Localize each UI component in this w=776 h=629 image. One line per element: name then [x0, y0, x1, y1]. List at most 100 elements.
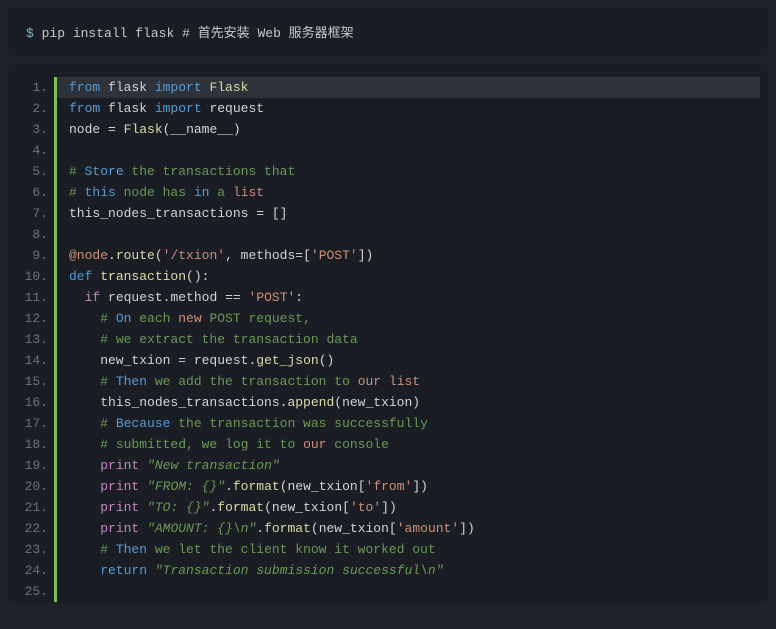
token-op: ():	[186, 269, 209, 284]
token-str2: "FROM: {}"	[147, 479, 225, 494]
line-number: 23.	[8, 539, 48, 560]
code-content[interactable]: from flask import Flaskfrom flask import…	[57, 77, 768, 602]
token-kw: from	[69, 80, 100, 95]
token-print: print	[100, 500, 139, 515]
code-line[interactable]	[67, 224, 760, 245]
token-op: []	[272, 206, 288, 221]
token-com: a	[209, 185, 232, 200]
code-line[interactable]: # we extract the transaction data	[67, 329, 760, 350]
line-number: 4.	[8, 140, 48, 161]
token-com: # we extract the transaction data	[100, 332, 357, 347]
token-kw: from	[69, 101, 100, 116]
token-comkw: Store	[85, 164, 124, 179]
token-op: [	[389, 521, 397, 536]
line-number: 16.	[8, 392, 48, 413]
code-line[interactable]: this_nodes_transactions.append(new_txion…	[67, 392, 760, 413]
token-name	[264, 206, 272, 221]
token-fn: transaction	[100, 269, 186, 284]
token-com: #	[100, 416, 116, 431]
token-op: , methods	[225, 248, 295, 263]
code-line[interactable]: print "FROM: {}".format(new_txion['from'…	[67, 476, 760, 497]
token-op: (	[280, 479, 288, 494]
token-name	[139, 521, 147, 536]
token-name	[139, 500, 147, 515]
code-line[interactable]: @node.route('/txion', methods=['POST'])	[67, 245, 760, 266]
code-line[interactable]: return "Transaction submission successfu…	[67, 560, 760, 581]
token-op: =	[108, 122, 116, 137]
token-fn: get_json	[256, 353, 318, 368]
code-line[interactable]: def transaction():	[67, 266, 760, 287]
code-line[interactable]	[67, 140, 760, 161]
code-line[interactable]: # Then we let the client know it worked …	[67, 539, 760, 560]
code-line[interactable]: # Then we add the transaction to our lis…	[67, 371, 760, 392]
code-line[interactable]: # On each new POST request,	[67, 308, 760, 329]
token-name: new_txion	[288, 479, 358, 494]
code-line[interactable]: print "AMOUNT: {}\n".format(new_txion['a…	[67, 518, 760, 539]
token-com: console	[326, 437, 388, 452]
code-block[interactable]: 1.2.3.4.5.6.7.8.9.10.11.12.13.14.15.16.1…	[8, 65, 768, 602]
token-op: ])	[412, 479, 428, 494]
token-name	[69, 479, 100, 494]
code-line[interactable]: new_txion = request.get_json()	[67, 350, 760, 371]
shell-comment: # 首先安装 Web 服务器框架	[182, 26, 354, 41]
token-at: @node	[69, 248, 108, 263]
code-line[interactable]: # this node has in a list	[67, 182, 760, 203]
code-line[interactable]: # Because the transaction was successful…	[67, 413, 760, 434]
code-line[interactable]: # Store the transactions that	[67, 161, 760, 182]
token-str: 'POST'	[311, 248, 358, 263]
code-line[interactable]: from flask import request	[67, 98, 760, 119]
token-comor: our	[303, 437, 326, 452]
code-line[interactable]: if request.method == 'POST':	[67, 287, 760, 308]
token-op: ])	[358, 248, 374, 263]
code-line[interactable]: # submitted, we log it to our console	[67, 434, 760, 455]
token-com: each	[131, 311, 178, 326]
token-name: new_txion	[69, 353, 178, 368]
token-comkw: Then	[116, 542, 147, 557]
token-comkw: this	[85, 185, 116, 200]
token-com: # submitted, we log it to	[100, 437, 303, 452]
token-com: the transactions that	[124, 164, 296, 179]
token-fn: format	[233, 479, 280, 494]
token-op: ()	[319, 353, 335, 368]
token-name	[69, 374, 100, 389]
shell-command: pip install flask	[42, 26, 175, 41]
code-line[interactable]: print "New transaction"	[67, 455, 760, 476]
token-com: node has	[116, 185, 194, 200]
code-line[interactable]	[67, 581, 760, 602]
code-line[interactable]: node = Flask(__name__)	[67, 119, 760, 140]
line-number: 6.	[8, 182, 48, 203]
line-number: 14.	[8, 350, 48, 371]
token-fn: Flask	[124, 122, 163, 137]
token-op: (	[264, 500, 272, 515]
token-comkw: Because	[116, 416, 171, 431]
line-number: 3.	[8, 119, 48, 140]
line-number: 24.	[8, 560, 48, 581]
token-comor: new	[178, 311, 201, 326]
code-line[interactable]: this_nodes_transactions = []	[67, 203, 760, 224]
code-line[interactable]: from flask import Flask	[57, 77, 760, 98]
token-fn: format	[217, 500, 264, 515]
token-op: (	[155, 248, 163, 263]
line-number: 21.	[8, 497, 48, 518]
token-op: =	[256, 206, 264, 221]
token-str2: "Transaction submission successful\n"	[155, 563, 444, 578]
token-op: [	[358, 479, 366, 494]
token-name: this_nodes_transactions	[69, 206, 256, 221]
token-str: 'amount'	[397, 521, 459, 536]
token-com: #	[100, 311, 116, 326]
token-com: #	[100, 542, 116, 557]
token-str2: "AMOUNT: {}\n"	[147, 521, 256, 536]
line-number: 7.	[8, 203, 48, 224]
token-name: flask	[100, 80, 155, 95]
token-op: ==	[225, 290, 241, 305]
token-name: new_txion	[342, 395, 412, 410]
token-name: request	[186, 353, 248, 368]
token-name: flask	[100, 101, 155, 116]
token-print: print	[100, 458, 139, 473]
line-number: 12.	[8, 308, 48, 329]
code-line[interactable]: print "TO: {}".format(new_txion['to'])	[67, 497, 760, 518]
token-name: node	[69, 122, 108, 137]
token-op: =[	[295, 248, 311, 263]
token-com: #	[69, 185, 85, 200]
token-op: (	[334, 395, 342, 410]
